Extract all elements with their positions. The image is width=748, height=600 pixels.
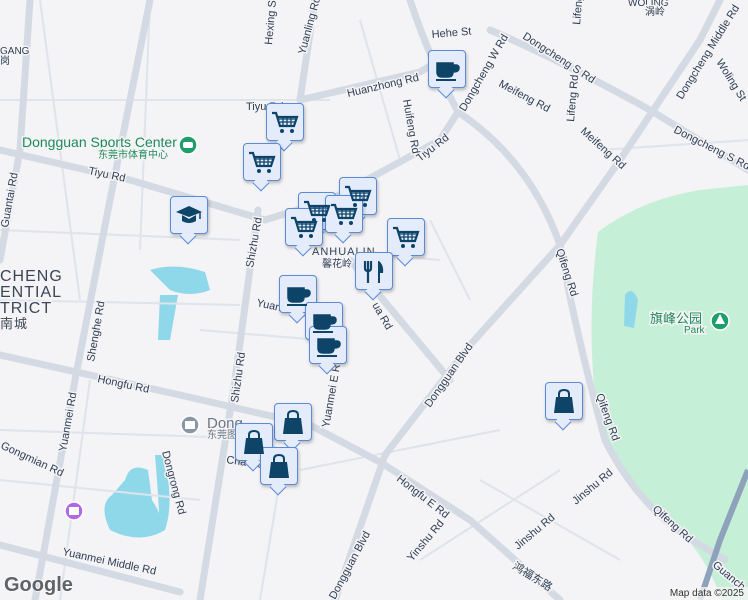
road-label: Gongmian Rd xyxy=(0,440,65,480)
bag-marker[interactable] xyxy=(260,447,298,485)
road-label: Guantai Rd xyxy=(0,172,21,229)
road-label: Hexing St xyxy=(263,0,279,45)
bag-icon xyxy=(554,388,574,413)
map-base: Tiyu Rd Tiyu Rd Tiyu Rd Huanzhong Rd Heh… xyxy=(0,0,748,600)
cafe-marker[interactable] xyxy=(309,326,347,364)
google-logo: Google xyxy=(4,574,73,596)
cart-marker[interactable] xyxy=(387,218,425,256)
road-label: Tiyu Rd xyxy=(87,165,126,185)
cart-marker[interactable] xyxy=(325,195,363,233)
road-label: Huanzhong Rd xyxy=(346,72,420,100)
district-label-cn: 南城 xyxy=(0,316,28,331)
cafe-icon xyxy=(436,62,460,81)
road-label: Dongcheng S Rd xyxy=(520,30,597,86)
road-label: Yuanling Rd xyxy=(296,0,323,56)
cart-icon xyxy=(249,151,276,173)
poi-label: Park xyxy=(684,325,706,336)
road-label: Lifeng Rd xyxy=(565,74,581,122)
cart-icon xyxy=(291,216,318,238)
restaurant-icon xyxy=(363,261,384,283)
road-label: Hehe St xyxy=(431,26,472,41)
park-area xyxy=(591,185,748,600)
cart-icon xyxy=(393,226,420,248)
cafe-icon xyxy=(287,287,311,306)
poi-museum[interactable] xyxy=(64,501,84,521)
map-attribution[interactable]: Map data ©2025 xyxy=(665,587,748,600)
poi-label-cn: 旗峰公园 xyxy=(650,311,702,326)
road-label: Shizhu Rd xyxy=(244,216,265,268)
road-label: Qifeng Rd xyxy=(553,247,580,298)
poi-label-cn: 东莞图 xyxy=(207,428,237,441)
cafe-marker[interactable] xyxy=(428,50,466,88)
poi-label-cn: 东莞市体育中心 xyxy=(98,148,168,161)
area-label-gang-cn: 岗 xyxy=(0,55,10,67)
area-label-woling-cn: 涡岭 xyxy=(645,5,665,18)
cart-marker[interactable] xyxy=(243,143,281,181)
school-icon xyxy=(176,206,202,223)
road-label: Lifeng Rd xyxy=(571,0,587,25)
bag-marker[interactable] xyxy=(274,403,312,441)
bag-icon xyxy=(283,409,303,434)
map-canvas[interactable]: Tiyu Rd Tiyu Rd Tiyu Rd Huanzhong Rd Heh… xyxy=(0,0,748,600)
bag-marker[interactable] xyxy=(545,382,583,420)
road-tiyu xyxy=(0,108,462,224)
district-label: CHENG xyxy=(0,268,63,285)
road-label: Hongfu Rd xyxy=(96,373,150,396)
cart-icon xyxy=(331,203,358,225)
district-label: TRICT xyxy=(0,300,52,317)
poi-sports-center[interactable]: Dongguan Sports Center 东莞市体育中心 xyxy=(21,133,198,163)
cart-marker[interactable] xyxy=(266,103,304,141)
road-label: Huifeng Rd xyxy=(400,98,421,154)
road-label: Hongfu E Rd xyxy=(394,473,451,521)
cart-marker[interactable] xyxy=(285,208,323,246)
road-label: Jinshu Rd xyxy=(570,467,615,508)
road-label: Dongguan Blvd xyxy=(327,529,373,600)
road-label: Dongcheng S Rd xyxy=(672,124,748,173)
road-label: 鸿福东路 xyxy=(510,559,555,594)
cart-icon xyxy=(272,111,299,133)
poi-label: Dongguan Sports Center xyxy=(22,134,177,150)
area-label-xinhualing-cn: 馨花岭 xyxy=(322,257,352,270)
district-label: ENTIAL xyxy=(0,284,62,301)
road-label: Meifeng Rd xyxy=(497,78,552,115)
restaurant-marker[interactable] xyxy=(355,252,393,290)
road-label: Woling St xyxy=(713,57,748,103)
bag-icon xyxy=(244,429,264,454)
cafe-icon xyxy=(317,338,341,357)
school-marker[interactable] xyxy=(170,196,208,234)
road-label: Jinshu Rd xyxy=(512,512,557,553)
road-label: Yuanmei Rd xyxy=(57,391,79,452)
bag-icon xyxy=(269,453,289,478)
road-label: Shizhu Rd xyxy=(229,351,248,403)
